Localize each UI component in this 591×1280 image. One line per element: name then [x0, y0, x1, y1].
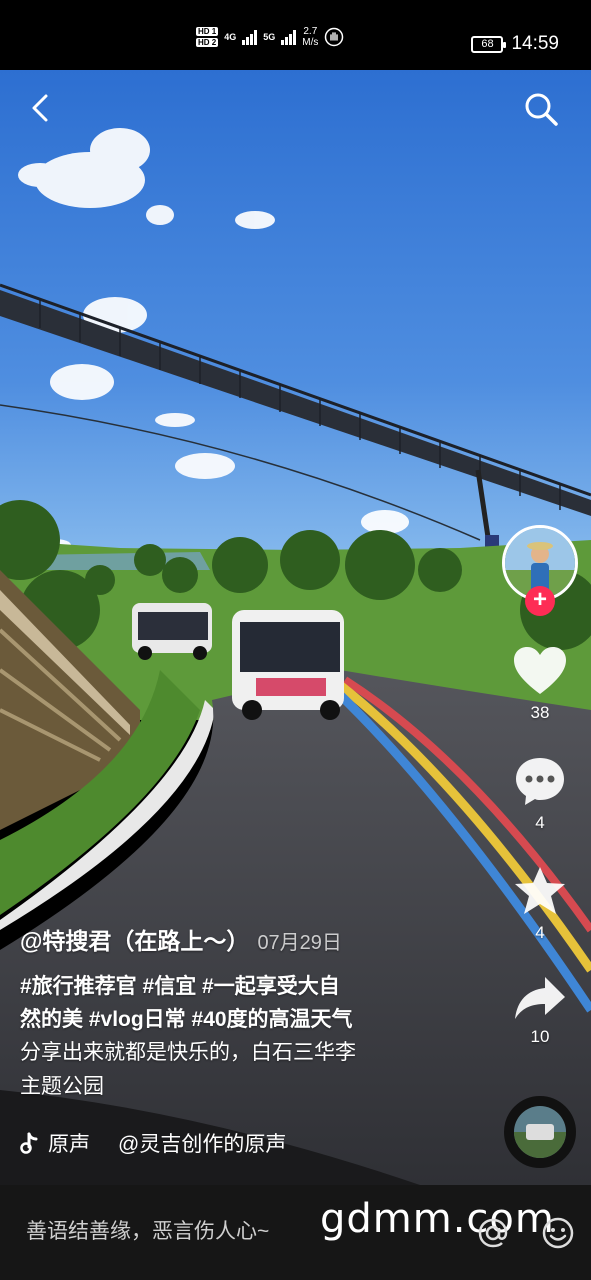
hd1-badge: HD 1 — [196, 27, 219, 36]
author-row: @特搜君（在路上～） 07月29日 — [20, 922, 440, 956]
music-note-icon — [20, 1132, 38, 1154]
net-speed-value: 2.7 — [303, 26, 318, 37]
comment-count: 4 — [535, 813, 545, 832]
search-icon — [525, 93, 558, 126]
description-line-1: 分享出来就都是快乐的，白石三华李 — [20, 1041, 356, 1064]
like-button[interactable]: 38 — [500, 645, 580, 723]
hashtags-line-2[interactable]: 然的美 #vlog日常 #40度的高温天气 — [20, 1003, 440, 1036]
star-icon — [515, 867, 565, 914]
signal-icon-2 — [281, 29, 297, 45]
at-icon — [478, 1218, 508, 1248]
status-right: 68 14:59 — [471, 33, 559, 55]
music-label: 原声 — [48, 1133, 90, 1156]
hashtags[interactable]: #旅行推荐官 #信宜 #一起享受大自 然的美 #vlog日常 #40度的高温天气 — [20, 970, 440, 1036]
emoji-button[interactable] — [540, 1215, 576, 1251]
watermark: gdmm.com — [320, 1196, 555, 1242]
share-count: 10 — [530, 1027, 550, 1046]
hashtags-line-1[interactable]: #旅行推荐官 #信宜 #一起享受大自 — [20, 970, 440, 1003]
comment-icon — [516, 758, 564, 805]
net-speed: 2.7 M/s — [302, 26, 318, 48]
heart-icon — [514, 647, 566, 694]
mention-button[interactable] — [475, 1215, 511, 1251]
hd-badges: HD 1 HD 2 — [196, 27, 219, 47]
music-row[interactable]: 原声 @灵吉创作的原声 — [20, 1128, 286, 1158]
favorite-button[interactable]: 4 — [500, 865, 580, 943]
shuttle-cart-near — [232, 610, 344, 720]
follow-button[interactable]: + — [525, 586, 555, 616]
description-line-2: 主题公园 — [20, 1075, 104, 1098]
search-button[interactable] — [519, 87, 563, 131]
hd2-badge: HD 2 — [196, 38, 219, 47]
share-icon — [515, 977, 565, 1019]
comment-bar: 善语结善缘，恶言伤人心~ gdmm.com — [0, 1185, 591, 1280]
description: 分享出来就都是快乐的，白石三华李 主题公园 — [20, 1036, 440, 1104]
favorite-count: 4 — [535, 923, 545, 942]
music-source[interactable]: @灵吉创作的原声 — [118, 1128, 286, 1158]
network-4g-label: 4G — [224, 32, 237, 42]
status-indicators: HD 1 HD 2 4G 5G 2.7 M/s — [196, 26, 344, 48]
network-5g-label: 5G — [263, 32, 276, 42]
author-name[interactable]: @特搜君（在路上～） — [20, 922, 249, 956]
chevron-left-icon — [32, 94, 48, 122]
emoji-icon — [542, 1217, 574, 1249]
shuttle-cart-far — [132, 603, 212, 660]
share-button[interactable]: 10 — [500, 975, 580, 1047]
battery-icon: 68 — [471, 35, 507, 53]
like-count: 38 — [530, 703, 550, 722]
music-disc[interactable] — [504, 1096, 576, 1168]
back-button[interactable] — [18, 86, 62, 130]
disc-cover-image — [514, 1106, 566, 1158]
status-bar: HD 1 HD 2 4G 5G 2.7 M/s 68 14:59 — [0, 0, 591, 70]
comment-input[interactable]: 善语结善缘，恶言伤人心~ — [26, 1215, 269, 1245]
clock: 14:59 — [511, 33, 559, 54]
comment-button[interactable]: 4 — [500, 755, 580, 833]
net-speed-unit: M/s — [302, 37, 319, 48]
hand-icon — [325, 27, 344, 47]
post-date: 07月29日 — [257, 932, 342, 954]
signal-icon — [242, 29, 258, 45]
video-caption: @特搜君（在路上～） 07月29日 #旅行推荐官 #信宜 #一起享受大自 然的美… — [20, 922, 440, 1104]
battery-level: 68 — [481, 38, 494, 50]
